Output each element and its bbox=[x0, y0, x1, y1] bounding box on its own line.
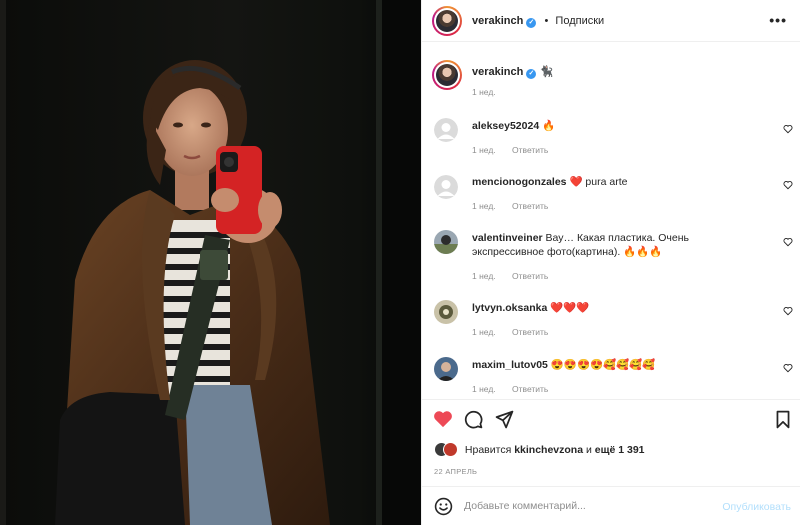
likes-text: Нравится kkinchevzona и ещё 1 391 bbox=[465, 444, 645, 456]
post-image bbox=[0, 0, 421, 525]
comment-time[interactable]: 1 нед. bbox=[472, 201, 496, 211]
comment-text: mencionogonzales ❤️ pura arte bbox=[472, 175, 762, 189]
comment-meta: 1 нед. Ответить bbox=[472, 271, 548, 281]
likes-prefix: Нравится bbox=[464, 443, 512, 456]
reply-button[interactable]: Ответить bbox=[512, 327, 548, 337]
comment-username[interactable]: mencionogonzales bbox=[472, 176, 567, 188]
caption-time[interactable]: 1 нед. bbox=[472, 87, 496, 97]
paper-plane-icon[interactable] bbox=[495, 410, 514, 429]
comment-body: 😍😍😍😍🥰🥰🥰🥰 bbox=[550, 359, 656, 371]
comment-username[interactable]: lytvyn.oksanka bbox=[472, 302, 547, 314]
comment-text: aleksey52024 🔥 bbox=[472, 119, 762, 133]
post-panel: verakinch ✓ • Подписки ••• verakinch ✓ 🐈… bbox=[421, 0, 800, 525]
comment-text: lytvyn.oksanka ❤️❤️❤️ bbox=[472, 301, 762, 315]
ellipsis-icon[interactable]: ••• bbox=[769, 12, 787, 28]
heart-filled-icon[interactable] bbox=[433, 410, 453, 428]
liker-avatar[interactable] bbox=[443, 442, 458, 457]
add-comment-bar: Опубликовать bbox=[422, 486, 800, 525]
following-button[interactable]: Подписки bbox=[555, 15, 604, 27]
comment-like-icon[interactable] bbox=[783, 237, 793, 247]
comment-like-icon[interactable] bbox=[783, 363, 793, 373]
post-photo[interactable] bbox=[0, 0, 421, 525]
post-date[interactable]: 22 АПРЕЛЬ bbox=[434, 467, 477, 476]
separator-dot: • bbox=[544, 15, 549, 27]
comment-text: valentinveiner Вау… Какая пластика. Очен… bbox=[472, 231, 762, 259]
comment-avatar[interactable] bbox=[434, 118, 458, 142]
caption-author-username[interactable]: verakinch bbox=[472, 66, 523, 78]
post-header: verakinch ✓ • Подписки ••• bbox=[422, 0, 800, 42]
likes-user[interactable]: kkinchevzona bbox=[514, 444, 583, 456]
comment-time[interactable]: 1 нед. bbox=[472, 327, 496, 337]
comment-username[interactable]: maxim_lutov05 bbox=[472, 359, 548, 371]
comment-username[interactable]: aleksey52024 bbox=[472, 120, 539, 132]
verified-badge-icon: ✓ bbox=[526, 69, 537, 79]
comment-avatar[interactable] bbox=[434, 230, 458, 254]
bookmark-icon[interactable] bbox=[775, 410, 791, 429]
caption-author-avatar[interactable] bbox=[432, 60, 462, 90]
reply-button[interactable]: Ответить bbox=[512, 145, 548, 155]
reply-button[interactable]: Ответить bbox=[512, 271, 548, 281]
author-avatar[interactable] bbox=[432, 6, 462, 36]
likes-count[interactable]: ещё 1 391 bbox=[595, 444, 645, 456]
comment-body: ❤️ pura arte bbox=[569, 176, 628, 188]
comment-meta: 1 нед. Ответить bbox=[472, 327, 548, 337]
comment-avatar[interactable] bbox=[434, 357, 458, 381]
smiley-icon[interactable] bbox=[434, 497, 453, 516]
author-username[interactable]: verakinch bbox=[472, 15, 523, 27]
reply-button[interactable]: Ответить bbox=[512, 384, 548, 394]
comment-input[interactable] bbox=[464, 496, 704, 516]
comment-body: ❤️❤️❤️ bbox=[550, 302, 590, 314]
comment-body: 🔥 bbox=[542, 120, 556, 132]
comment-time[interactable]: 1 нед. bbox=[472, 145, 496, 155]
comment-username[interactable]: valentinveiner bbox=[472, 232, 543, 244]
author-info: verakinch ✓ • Подписки bbox=[472, 15, 604, 28]
comment-meta: 1 нед. Ответить bbox=[472, 201, 548, 211]
comment-like-icon[interactable] bbox=[783, 306, 793, 316]
publish-button[interactable]: Опубликовать bbox=[722, 501, 791, 513]
comment-text: maxim_lutov05 😍😍😍😍🥰🥰🥰🥰 bbox=[472, 358, 762, 372]
comment-like-icon[interactable] bbox=[783, 180, 793, 190]
comment-meta: 1 нед. Ответить bbox=[472, 384, 548, 394]
likes-summary: Нравится kkinchevzona и ещё 1 391 bbox=[434, 442, 645, 457]
comment-avatar[interactable] bbox=[434, 300, 458, 324]
comment-meta: 1 нед. Ответить bbox=[472, 145, 548, 155]
comment-bubble-icon[interactable] bbox=[464, 410, 483, 429]
comment-like-icon[interactable] bbox=[783, 124, 793, 134]
comment-avatar[interactable] bbox=[434, 175, 458, 199]
likes-middle: и bbox=[585, 443, 592, 456]
comment-time[interactable]: 1 нед. bbox=[472, 384, 496, 394]
verified-badge-icon: ✓ bbox=[526, 18, 537, 28]
reply-button[interactable]: Ответить bbox=[512, 201, 548, 211]
caption-text: 🐈‍⬛ bbox=[539, 66, 554, 78]
comment-time[interactable]: 1 нед. bbox=[472, 271, 496, 281]
caption-line: verakinch ✓ 🐈‍⬛ bbox=[472, 65, 553, 79]
